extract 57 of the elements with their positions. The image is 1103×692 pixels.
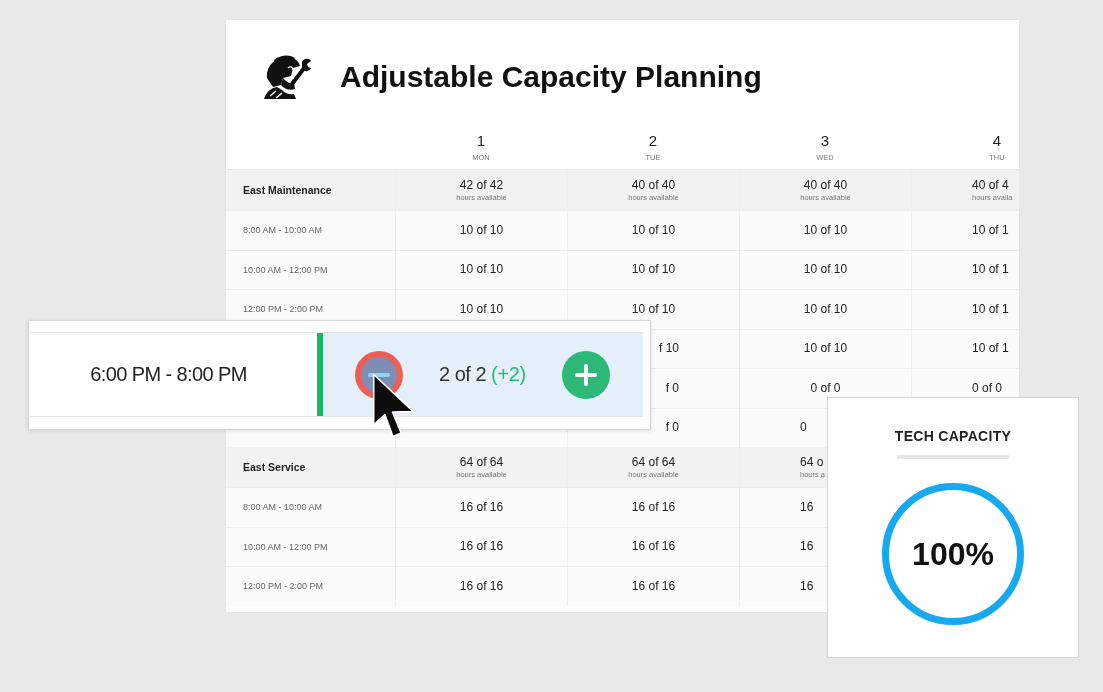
- day-number: 4: [992, 132, 1002, 150]
- slot-hours: 10 of 10: [631, 262, 676, 278]
- slot-time: 6:00 PM - 8:00 PM: [90, 363, 247, 386]
- slot-hours: 10 of 1: [972, 262, 1009, 278]
- helmet-wrench-logo: [262, 53, 312, 100]
- slot-hours: 10 of 10: [459, 262, 504, 278]
- slot-hours: 16: [800, 499, 814, 515]
- slot-hours: 0: [800, 420, 807, 436]
- capacity-percent: 100%: [912, 535, 994, 573]
- slot-hours: 10 of 10: [803, 222, 848, 238]
- card-title: TECH CAPACITY: [894, 427, 1012, 445]
- plus-icon: [575, 363, 597, 386]
- page-title: Adjustable Capacity Planning: [340, 59, 762, 94]
- group-name: East Maintenance: [243, 184, 332, 196]
- slot-hours: f 0: [665, 380, 679, 396]
- slot-hours: f 10: [659, 341, 679, 357]
- total-hours: 40 of 4: [972, 177, 1009, 193]
- slot-hours: 16: [800, 578, 814, 594]
- slot-hours: 10 of 1: [972, 341, 1009, 357]
- time-range: 10:00 AM - 12:00 PM: [243, 264, 328, 275]
- time-range: 8:00 AM - 10:00 AM: [243, 502, 323, 513]
- slot-hours: 10 of 10: [631, 301, 676, 317]
- time-range: 10:00 AM - 12:00 PM: [243, 541, 328, 552]
- slot-hours: 10 of 1: [972, 222, 1009, 238]
- day-number: 1: [476, 132, 486, 150]
- slot-hours: 10 of 1: [972, 301, 1009, 317]
- slot-hours: 10 of 10: [803, 262, 848, 278]
- slot-count: 2 of 2: [439, 363, 487, 386]
- total-hours: 64 of 64: [459, 454, 504, 470]
- slot-hours: 16 of 16: [459, 578, 504, 594]
- total-hours: 40 of 40: [803, 177, 848, 193]
- total-hours: 64 of 64: [631, 454, 676, 470]
- count-change: (+2): [491, 363, 526, 386]
- time-range: 12:00 PM - 2:00 PM: [243, 304, 324, 315]
- group-name: East Service: [243, 461, 306, 473]
- slot-hours: f 0: [665, 420, 679, 436]
- time-range: 12:00 PM - 2:00 PM: [243, 581, 324, 592]
- slot-hours: 16 of 16: [631, 499, 676, 515]
- slot-hours: 0 of 0: [810, 380, 841, 396]
- slot-hours: 16 of 16: [631, 539, 676, 555]
- slot-hours: 10 of 10: [803, 301, 848, 317]
- slot-hours: 10 of 10: [459, 222, 504, 238]
- slot-hours: 16: [800, 539, 814, 555]
- day-number: 2: [648, 132, 658, 150]
- total-hours: 42 of 42: [459, 177, 504, 193]
- day-number: 3: [820, 132, 830, 150]
- slot-hours: 10 of 10: [803, 341, 848, 357]
- slot-hours: 16 of 16: [631, 578, 676, 594]
- slot-hours: 0 of 0: [972, 380, 1003, 396]
- total-hours: 64 o: [800, 454, 824, 470]
- slot-hours: 10 of 10: [459, 301, 504, 317]
- slot-hours: 16 of 16: [459, 499, 504, 515]
- time-range: 8:00 AM - 10:00 AM: [243, 225, 323, 236]
- total-hours: 40 of 40: [631, 177, 676, 193]
- plus-button[interactable]: [562, 350, 610, 399]
- slot-hours: 10 of 10: [631, 222, 676, 238]
- slot-hours: 16 of 16: [459, 539, 504, 555]
